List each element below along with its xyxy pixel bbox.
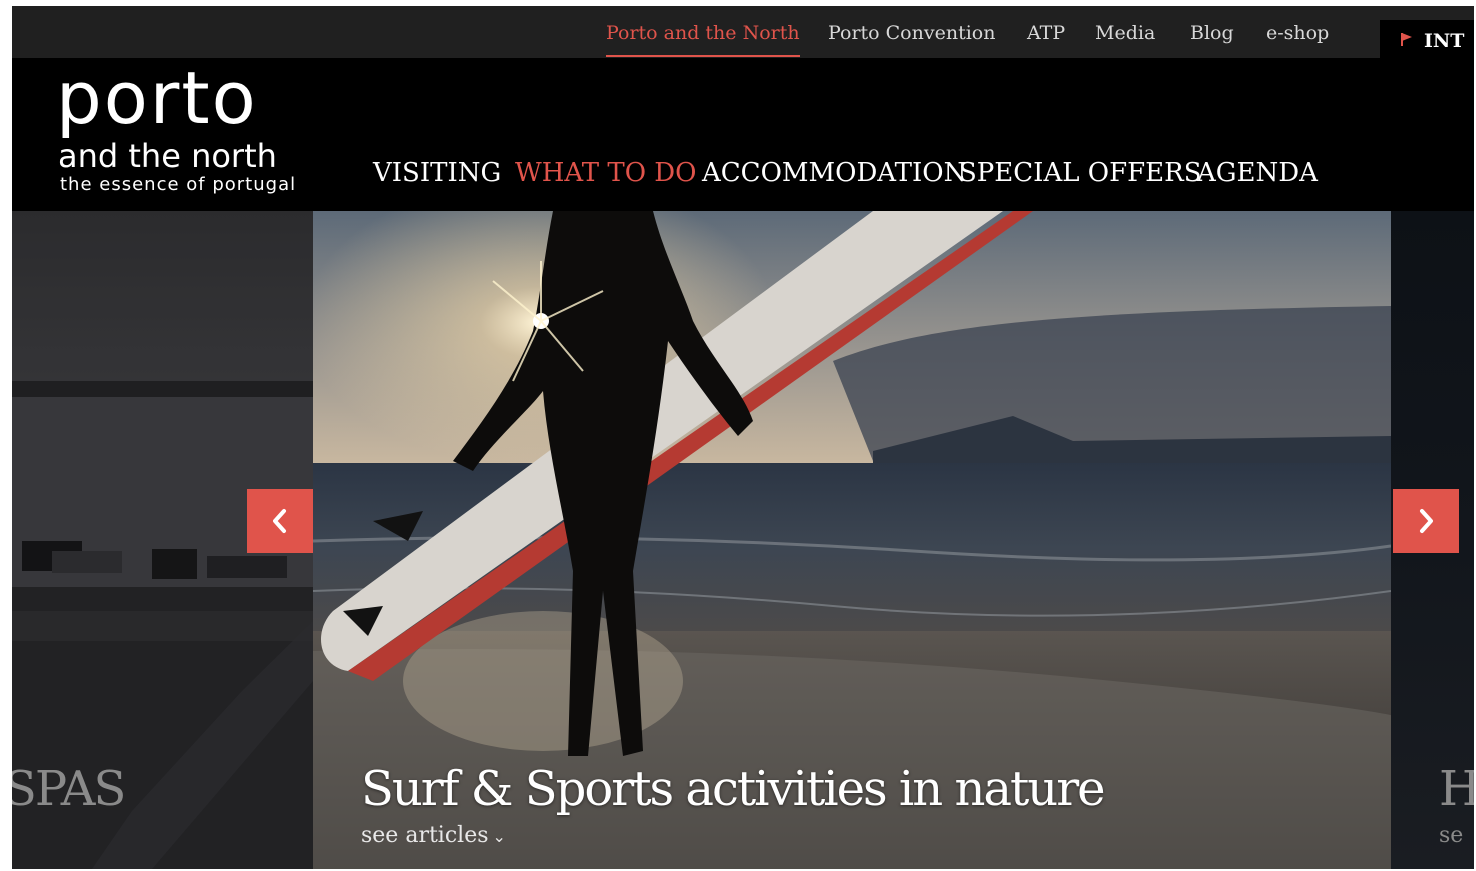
slide-active-caption: Surf & Sports activities in nature bbox=[361, 761, 1106, 817]
toplink-label: ATP bbox=[1027, 22, 1066, 44]
nav-accommodation[interactable]: ACCOMMODATION bbox=[702, 158, 966, 188]
see-articles-label: see articles bbox=[361, 823, 489, 848]
toplink-label: Blog bbox=[1190, 22, 1234, 44]
logo-tagline: the essence of portugal bbox=[60, 174, 297, 195]
see-articles-link[interactable]: see articles ⌄ bbox=[361, 823, 506, 848]
logo-sub-text: and the north bbox=[58, 137, 277, 175]
active-underline bbox=[606, 55, 800, 57]
top-bar: Porto and the North Porto Convention ATP… bbox=[12, 6, 1474, 64]
slide-next-link: se bbox=[1439, 823, 1464, 848]
hero-carousel: SPAS Surf & Sports activities in nature … bbox=[12, 211, 1474, 869]
toplink-media[interactable]: Media bbox=[1095, 22, 1155, 44]
language-code: INT bbox=[1424, 30, 1465, 52]
chevron-left-icon bbox=[273, 509, 286, 533]
slide-next-caption: H bbox=[1439, 761, 1474, 817]
chevron-right-icon bbox=[1420, 509, 1433, 533]
chevron-down-icon: ⌄ bbox=[492, 827, 506, 846]
toplink-porto-convention[interactable]: Porto Convention bbox=[828, 22, 995, 44]
nav-special-offers[interactable]: SPECIAL OFFERS bbox=[959, 158, 1202, 188]
slide-previous-caption: SPAS bbox=[12, 761, 126, 817]
logo-main-text: porto bbox=[56, 56, 258, 140]
toplink-blog[interactable]: Blog bbox=[1190, 22, 1234, 44]
nav-visiting[interactable]: VISITING bbox=[373, 158, 501, 188]
toplink-label: e-shop bbox=[1266, 22, 1330, 44]
nav-what-to-do[interactable]: WHAT TO DO bbox=[515, 158, 696, 188]
site-header: porto and the north the essence of portu… bbox=[12, 58, 1474, 211]
carousel-prev-button[interactable] bbox=[247, 489, 313, 553]
nav-agenda[interactable]: AGENDA bbox=[1197, 158, 1318, 188]
toplink-label: Media bbox=[1095, 22, 1156, 44]
slide-active-surf[interactable]: Surf & Sports activities in nature see a… bbox=[313, 211, 1391, 869]
flag-icon bbox=[1401, 33, 1412, 46]
toplink-atp[interactable]: ATP bbox=[1027, 22, 1065, 44]
toplink-label: Porto and the North bbox=[606, 22, 800, 44]
site-frame: Porto and the North Porto Convention ATP… bbox=[12, 6, 1474, 869]
toplink-eshop[interactable]: e-shop bbox=[1266, 22, 1329, 44]
toplink-porto-and-the-north[interactable]: Porto and the North bbox=[606, 22, 800, 57]
carousel-next-button[interactable] bbox=[1393, 489, 1459, 553]
toplink-label: Porto Convention bbox=[828, 22, 996, 44]
